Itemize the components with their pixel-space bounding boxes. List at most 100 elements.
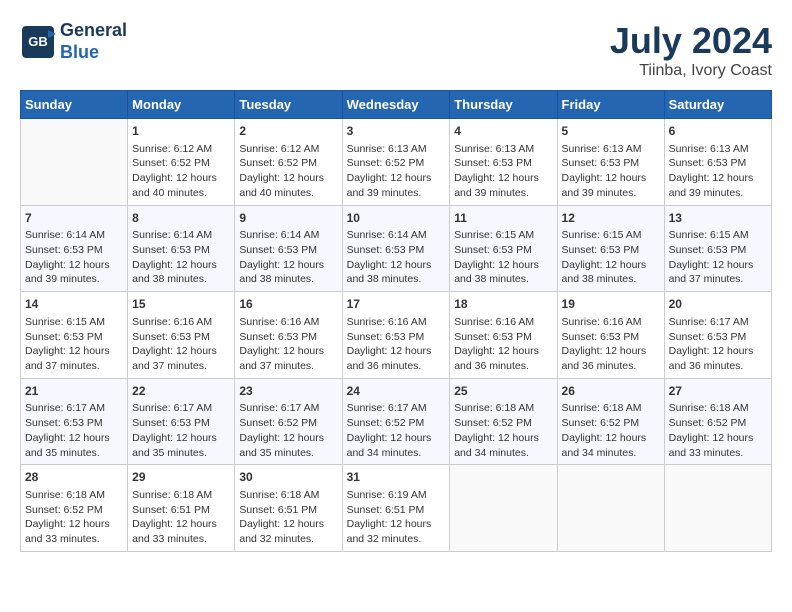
day-number: 20 (669, 296, 767, 313)
cell-info-line: Sunset: 6:53 PM (562, 243, 660, 258)
calendar-cell: 20Sunrise: 6:17 AMSunset: 6:53 PMDayligh… (664, 292, 771, 379)
cell-info-line: Daylight: 12 hours (347, 517, 446, 532)
cell-info-line: Sunset: 6:53 PM (347, 330, 446, 345)
cell-info-line: Sunset: 6:52 PM (239, 156, 337, 171)
day-number: 21 (25, 383, 123, 400)
calendar-cell: 13Sunrise: 6:15 AMSunset: 6:53 PMDayligh… (664, 205, 771, 292)
cell-info-line: Sunrise: 6:14 AM (239, 228, 337, 243)
day-number: 17 (347, 296, 446, 313)
calendar-cell: 5 Sunrise: 6:13 AMSunset: 6:53 PMDaylight… (557, 119, 664, 206)
day-number: 11 (454, 210, 552, 227)
cell-info-line: Sunset: 6:52 PM (347, 416, 446, 431)
calendar-table: SundayMondayTuesdayWednesdayThursdayFrid… (20, 90, 772, 552)
cell-info-line: Daylight: 12 hours (669, 431, 767, 446)
day-number: 10 (347, 210, 446, 227)
cell-info-line: Sunrise: 6:18 AM (239, 488, 337, 503)
cell-info-line: Sunrise: 6:16 AM (239, 315, 337, 330)
cell-info-line: Sunset: 6:53 PM (562, 330, 660, 345)
cell-info-line: Sunrise: 6:12 AM (132, 142, 230, 157)
cell-info-line: Sunrise: 6:12 AM (239, 142, 337, 157)
day-number: 25 (454, 383, 552, 400)
cell-info-line: Daylight: 12 hours (239, 344, 337, 359)
day-header-wednesday: Wednesday (342, 91, 450, 119)
cell-info-line: Sunset: 6:53 PM (454, 330, 552, 345)
cell-info-line: Sunset: 6:52 PM (562, 416, 660, 431)
cell-info-line: Sunrise: 6:14 AM (347, 228, 446, 243)
cell-info-line: Sunrise: 6:15 AM (25, 315, 123, 330)
cell-info-line: Daylight: 12 hours (239, 171, 337, 186)
day-number: 19 (562, 296, 660, 313)
cell-info-line: Sunset: 6:53 PM (25, 330, 123, 345)
day-number: 14 (25, 296, 123, 313)
cell-info-line: Daylight: 12 hours (132, 431, 230, 446)
day-number: 12 (562, 210, 660, 227)
calendar-cell: 6Sunrise: 6:13 AMSunset: 6:53 PMDaylight… (664, 119, 771, 206)
calendar-cell: 8Sunrise: 6:14 AMSunset: 6:53 PMDaylight… (128, 205, 235, 292)
calendar-cell: 31Sunrise: 6:19 AMSunset: 6:51 PMDayligh… (342, 465, 450, 552)
calendar-cell: 28Sunrise: 6:18 AMSunset: 6:52 PMDayligh… (21, 465, 128, 552)
cell-info-line: Sunset: 6:53 PM (562, 156, 660, 171)
day-number: 9 (239, 210, 337, 227)
month-year: July 2024 (610, 20, 772, 62)
calendar-week-row: 28Sunrise: 6:18 AMSunset: 6:52 PMDayligh… (21, 465, 772, 552)
calendar-cell: 15Sunrise: 6:16 AMSunset: 6:53 PMDayligh… (128, 292, 235, 379)
calendar-cell: 14Sunrise: 6:15 AMSunset: 6:53 PMDayligh… (21, 292, 128, 379)
cell-info-line: Sunrise: 6:13 AM (669, 142, 767, 157)
day-number: 1 (132, 123, 230, 140)
day-number: 29 (132, 469, 230, 486)
day-number: 8 (132, 210, 230, 227)
cell-info-line: and 40 minutes. (239, 186, 337, 201)
cell-info-line: and 37 minutes. (669, 272, 767, 287)
cell-info-line: Daylight: 12 hours (347, 431, 446, 446)
calendar-cell (21, 119, 128, 206)
cell-info-line: Sunrise: 6:18 AM (132, 488, 230, 503)
cell-info-line: Daylight: 12 hours (562, 171, 660, 186)
day-number: 27 (669, 383, 767, 400)
cell-info-line: Sunrise: 6:19 AM (347, 488, 446, 503)
cell-info-line: Sunrise: 6:13 AM (347, 142, 446, 157)
day-header-thursday: Thursday (450, 91, 557, 119)
cell-info-line: Sunset: 6:52 PM (454, 416, 552, 431)
day-number: 3 (347, 123, 446, 140)
calendar-cell: 10Sunrise: 6:14 AMSunset: 6:53 PMDayligh… (342, 205, 450, 292)
day-header-tuesday: Tuesday (235, 91, 342, 119)
day-header-sunday: Sunday (21, 91, 128, 119)
cell-info-line: Sunset: 6:52 PM (239, 416, 337, 431)
cell-info-line: Sunset: 6:53 PM (132, 416, 230, 431)
day-number: 5 (562, 123, 660, 140)
svg-text:GB: GB (28, 34, 48, 49)
cell-info-line: Daylight: 12 hours (562, 258, 660, 273)
day-number: 31 (347, 469, 446, 486)
cell-info-line: and 33 minutes. (669, 446, 767, 461)
cell-info-line: Sunset: 6:53 PM (132, 330, 230, 345)
cell-info-line: and 37 minutes. (132, 359, 230, 374)
day-number: 7 (25, 210, 123, 227)
cell-info-line: and 36 minutes. (562, 359, 660, 374)
cell-info-line: Sunrise: 6:17 AM (669, 315, 767, 330)
page-header: GB General Blue July 2024 Tiinba, Ivory … (20, 20, 772, 80)
calendar-cell: 17Sunrise: 6:16 AMSunset: 6:53 PMDayligh… (342, 292, 450, 379)
cell-info-line: Sunset: 6:53 PM (669, 243, 767, 258)
cell-info-line: Sunset: 6:52 PM (25, 503, 123, 518)
cell-info-line: Sunrise: 6:18 AM (669, 401, 767, 416)
cell-info-line: and 36 minutes. (454, 359, 552, 374)
cell-info-line: and 35 minutes. (25, 446, 123, 461)
cell-info-line: Sunrise: 6:14 AM (132, 228, 230, 243)
cell-info-line: Sunrise: 6:13 AM (562, 142, 660, 157)
calendar-week-row: 7Sunrise: 6:14 AMSunset: 6:53 PMDaylight… (21, 205, 772, 292)
cell-info-line: Sunrise: 6:15 AM (454, 228, 552, 243)
cell-info-line: and 34 minutes. (347, 446, 446, 461)
cell-info-line: Sunset: 6:52 PM (132, 156, 230, 171)
cell-info-line: Daylight: 12 hours (454, 258, 552, 273)
cell-info-line: Sunrise: 6:16 AM (347, 315, 446, 330)
calendar-cell: 16Sunrise: 6:16 AMSunset: 6:53 PMDayligh… (235, 292, 342, 379)
calendar-cell: 9Sunrise: 6:14 AMSunset: 6:53 PMDaylight… (235, 205, 342, 292)
cell-info-line: Daylight: 12 hours (454, 344, 552, 359)
cell-info-line: Daylight: 12 hours (562, 344, 660, 359)
cell-info-line: Daylight: 12 hours (669, 171, 767, 186)
calendar-cell: 24Sunrise: 6:17 AMSunset: 6:52 PMDayligh… (342, 378, 450, 465)
cell-info-line: Daylight: 12 hours (669, 258, 767, 273)
calendar-cell: 19Sunrise: 6:16 AMSunset: 6:53 PMDayligh… (557, 292, 664, 379)
logo: GB General Blue (20, 20, 127, 63)
cell-info-line: and 38 minutes. (132, 272, 230, 287)
